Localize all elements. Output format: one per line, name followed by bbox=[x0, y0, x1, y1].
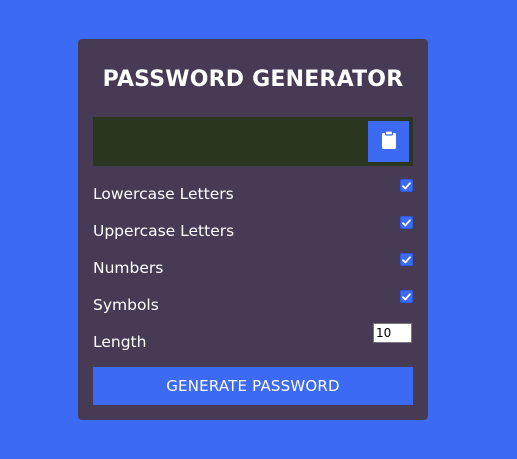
symbols-checkbox[interactable] bbox=[400, 290, 413, 303]
option-row-symbols: Symbols bbox=[93, 290, 413, 316]
length-input[interactable] bbox=[373, 323, 412, 343]
option-row-lowercase: Lowercase Letters bbox=[93, 179, 413, 205]
option-label-symbols: Symbols bbox=[93, 296, 159, 314]
option-row-uppercase: Uppercase Letters bbox=[93, 216, 413, 242]
copy-to-clipboard-button[interactable] bbox=[368, 121, 409, 162]
password-generator-card: PASSWORD GENERATOR Lowercase Letters Upp… bbox=[78, 39, 428, 420]
generate-password-button[interactable]: GENERATE PASSWORD bbox=[93, 367, 413, 405]
option-label-lowercase: Lowercase Letters bbox=[93, 185, 234, 203]
checkmark-icon bbox=[402, 255, 411, 263]
option-label-numbers: Numbers bbox=[93, 259, 164, 277]
checkmark-icon bbox=[402, 181, 411, 189]
option-label-uppercase: Uppercase Letters bbox=[93, 222, 235, 240]
app-title: PASSWORD GENERATOR bbox=[102, 67, 404, 92]
clipboard-icon bbox=[381, 130, 397, 153]
lowercase-checkbox[interactable] bbox=[400, 179, 413, 192]
checkmark-icon bbox=[402, 218, 411, 226]
uppercase-checkbox[interactable] bbox=[400, 216, 413, 229]
option-row-numbers: Numbers bbox=[93, 253, 413, 279]
password-result-box bbox=[93, 117, 413, 166]
checkmark-icon bbox=[402, 292, 411, 300]
length-label: Length bbox=[93, 333, 147, 351]
length-row: Length bbox=[93, 323, 413, 353]
numbers-checkbox[interactable] bbox=[400, 253, 413, 266]
